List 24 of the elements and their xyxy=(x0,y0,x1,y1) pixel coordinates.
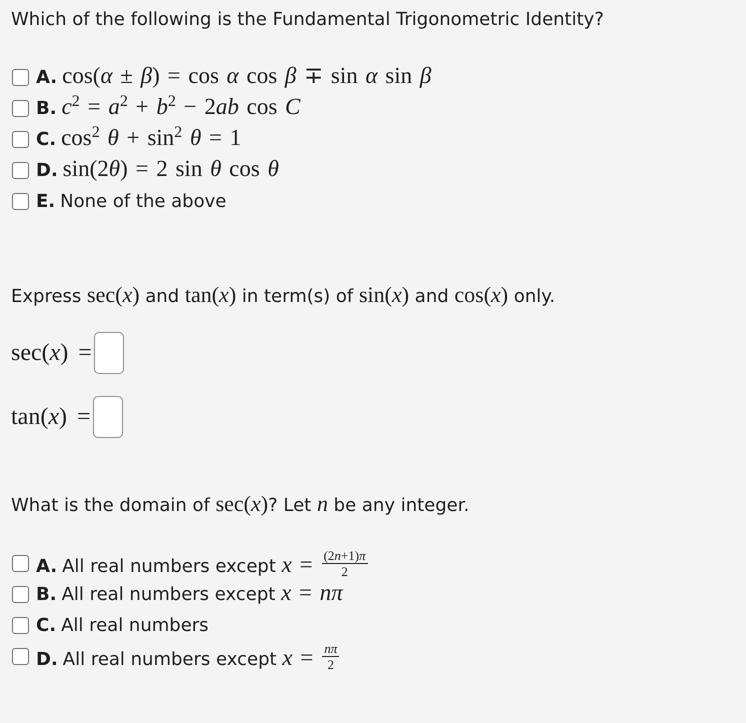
checkbox[interactable] xyxy=(12,555,29,572)
option-label: E. None of the above xyxy=(36,190,226,214)
checkbox[interactable] xyxy=(12,131,29,148)
question-text: Express sec(x) and tan(x) in term(s) of sin(x) and cos(x) only. xyxy=(11,284,556,309)
question-text: What is the domain of sec(x)? Let n be any integer. xyxy=(11,493,470,518)
checkbox[interactable] xyxy=(12,162,29,179)
option-label: A. All real numbers except x = (2n+1)π 2 xyxy=(36,548,368,578)
checkbox[interactable] xyxy=(12,617,29,634)
option-label: C. All real numbers xyxy=(36,614,209,638)
answer-box[interactable] xyxy=(94,332,124,374)
answer-box[interactable] xyxy=(92,396,122,438)
option-label: A. cos(α ± β) = cos α cos β ∓ sin α sin β xyxy=(36,65,432,90)
option-label: C. cos$^{2}$ θ + sin$^{2}$ θ = 1 xyxy=(36,127,242,152)
checkbox[interactable] xyxy=(12,586,29,603)
field-label: sec(x) = xyxy=(11,340,92,366)
checkbox[interactable] xyxy=(12,100,29,117)
checkbox[interactable] xyxy=(12,69,29,86)
checkbox[interactable] xyxy=(12,648,29,665)
option-label: B. All real numbers except x = nπ xyxy=(36,582,343,607)
field-label: tan(x) = xyxy=(11,404,90,430)
option-label: B. c$^{2}$ = a$^{2}$ + b$^{2}$ − 2ab cos C xyxy=(36,96,300,121)
option-label: D. sin(2θ) = 2 sin θ cos θ xyxy=(36,158,279,183)
question-text: Which of the following is the Fundamental Trigonometric Identity? xyxy=(11,8,605,32)
checkbox[interactable] xyxy=(12,193,29,210)
